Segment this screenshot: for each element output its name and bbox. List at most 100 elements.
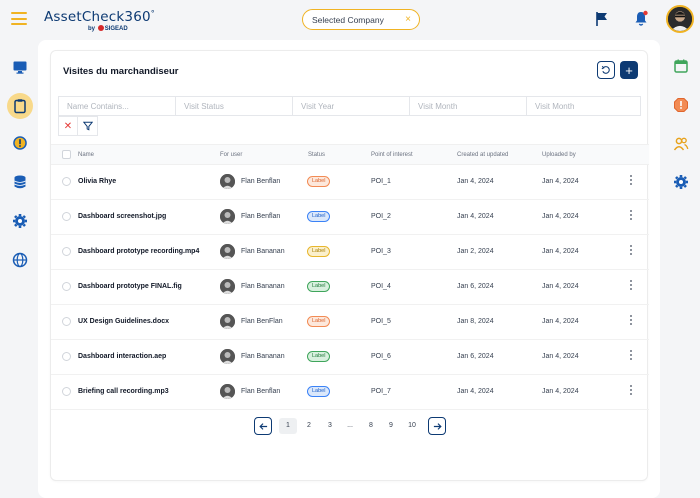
row-created: Jan 4, 2024 (457, 388, 494, 395)
row-created: Jan 6, 2024 (457, 353, 494, 360)
sidebar-item-globe[interactable] (7, 247, 33, 273)
sidebar-item-settings[interactable] (7, 208, 33, 234)
row-menu-icon[interactable] (628, 350, 634, 363)
row-checkbox[interactable] (62, 317, 71, 326)
row-poi: POI_2 (371, 213, 391, 220)
status-badge: Label (307, 386, 331, 397)
name-filter-input[interactable] (58, 96, 175, 116)
table-row[interactable]: Dashboard screenshot.jpg Flan Benflan Labe… (51, 200, 649, 235)
row-name[interactable]: Dashboard prototype recording.mp4 (78, 248, 199, 255)
row-menu-icon[interactable] (628, 315, 634, 328)
clipboard-icon (14, 99, 26, 114)
refresh-button[interactable] (597, 61, 615, 79)
row-menu-icon[interactable] (628, 245, 634, 258)
table-row[interactable]: Dashboard interaction.aep Flan Bananan Lab… (51, 340, 649, 375)
next-page-button[interactable] (428, 417, 446, 435)
company-clear-icon[interactable]: × (405, 14, 411, 25)
logo-degree: ° (150, 9, 155, 18)
row-user: Flan Bananan (241, 353, 285, 360)
page-number[interactable]: 10 (403, 418, 421, 434)
row-created: Jan 6, 2024 (457, 283, 494, 290)
database-icon (14, 175, 26, 189)
col-uploaded[interactable]: Uploaded by (542, 152, 576, 158)
row-created: Jan 2, 2024 (457, 248, 494, 255)
alert-icon (13, 136, 27, 150)
bell-icon[interactable] (633, 10, 649, 27)
row-menu-icon[interactable] (628, 385, 634, 398)
calendar-icon (674, 59, 688, 73)
row-name[interactable]: Briefing call recording.mp3 (78, 388, 169, 395)
col-name[interactable]: Name (78, 152, 94, 158)
row-poi: POI_6 (371, 353, 391, 360)
user-avatar[interactable] (666, 5, 694, 33)
table-row[interactable]: Dashboard prototype FINAL.fig Flan Banana… (51, 270, 649, 305)
col-poi[interactable]: Point of interest (371, 152, 413, 158)
row-name[interactable]: Dashboard prototype FINAL.fig (78, 283, 182, 290)
apply-filter-button[interactable] (78, 116, 98, 136)
table-row[interactable]: UX Design Guidelines.docx Flan BenFlan Lab… (51, 305, 649, 340)
row-checkbox[interactable] (62, 387, 71, 396)
status-badge: Label (307, 351, 331, 362)
row-checkbox[interactable] (62, 212, 71, 221)
flag-icon[interactable] (594, 11, 610, 27)
row-menu-icon[interactable] (628, 175, 634, 188)
sidebar-item-alerts[interactable] (668, 92, 694, 118)
col-for-user[interactable]: For user (220, 152, 242, 158)
month2-filter-input[interactable] (526, 96, 641, 116)
clear-filters-button[interactable]: ✕ (58, 116, 78, 136)
row-created: Jan 4, 2024 (457, 213, 494, 220)
gear-icon (674, 175, 688, 189)
row-uploaded: Jan 4, 2024 (542, 178, 579, 185)
row-name[interactable]: Dashboard interaction.aep (78, 353, 166, 360)
row-name[interactable]: Olivia Rhye (78, 178, 116, 185)
page-number[interactable]: 1 (279, 418, 297, 434)
filter-bar (58, 96, 641, 116)
table-row[interactable]: Olivia Rhye Flan Benflan Label POI_1 Jan 4, … (51, 165, 649, 200)
hamburger-menu-icon[interactable] (11, 12, 27, 25)
user-avatar-small (220, 314, 235, 329)
row-menu-icon[interactable] (628, 280, 634, 293)
row-checkbox[interactable] (62, 352, 71, 361)
sidebar-item-database[interactable] (7, 169, 33, 195)
row-checkbox[interactable] (62, 282, 71, 291)
sidebar-item-calendar[interactable] (668, 53, 694, 79)
row-menu-icon[interactable] (628, 210, 634, 223)
filter-icon (82, 121, 93, 131)
add-button[interactable]: + (620, 61, 638, 79)
row-user: Flan Benflan (241, 388, 281, 395)
row-uploaded: Jan 4, 2024 (542, 318, 579, 325)
select-all-checkbox[interactable] (62, 150, 71, 159)
row-checkbox[interactable] (62, 177, 71, 186)
refresh-icon (601, 65, 610, 74)
table-row[interactable]: Dashboard prototype recording.mp4 Flan Ba… (51, 235, 649, 270)
row-name[interactable]: UX Design Guidelines.docx (78, 318, 169, 325)
status-badge: Label (307, 316, 331, 327)
page-number[interactable]: 8 (362, 418, 380, 434)
row-user: Flan Bananan (241, 283, 285, 290)
row-name[interactable]: Dashboard screenshot.jpg (78, 213, 166, 220)
year-filter-input[interactable] (292, 96, 409, 116)
row-poi: POI_3 (371, 248, 391, 255)
table-row[interactable]: Briefing call recording.mp3 Flan Benflan L… (51, 375, 649, 410)
col-status[interactable]: Status (308, 152, 325, 158)
row-user: Flan Bananan (241, 248, 285, 255)
row-created: Jan 4, 2024 (457, 178, 494, 185)
month-filter-input[interactable] (409, 96, 526, 116)
sidebar-item-config[interactable] (668, 169, 694, 195)
status-filter-input[interactable] (175, 96, 292, 116)
user-avatar-small (220, 279, 235, 294)
prev-page-button[interactable] (254, 417, 272, 435)
company-selector[interactable]: Selected Company × (302, 9, 420, 30)
visits-panel: Visites du marchandiseur + ✕ Name For us… (50, 50, 649, 481)
sidebar-item-users[interactable] (668, 131, 694, 157)
page-number[interactable]: 2 (300, 418, 318, 434)
sidebar-item-monitor[interactable] (7, 54, 33, 80)
logo-brand: SIGEAD (104, 26, 128, 32)
page-number[interactable]: 9 (382, 418, 400, 434)
col-created[interactable]: Created at updated (457, 152, 508, 158)
row-checkbox[interactable] (62, 247, 71, 256)
page-number[interactable]: 3 (321, 418, 339, 434)
sidebar-item-alert[interactable] (7, 130, 33, 156)
sidebar-item-clipboard[interactable] (7, 93, 33, 119)
page-ellipsis: ... (347, 422, 353, 429)
